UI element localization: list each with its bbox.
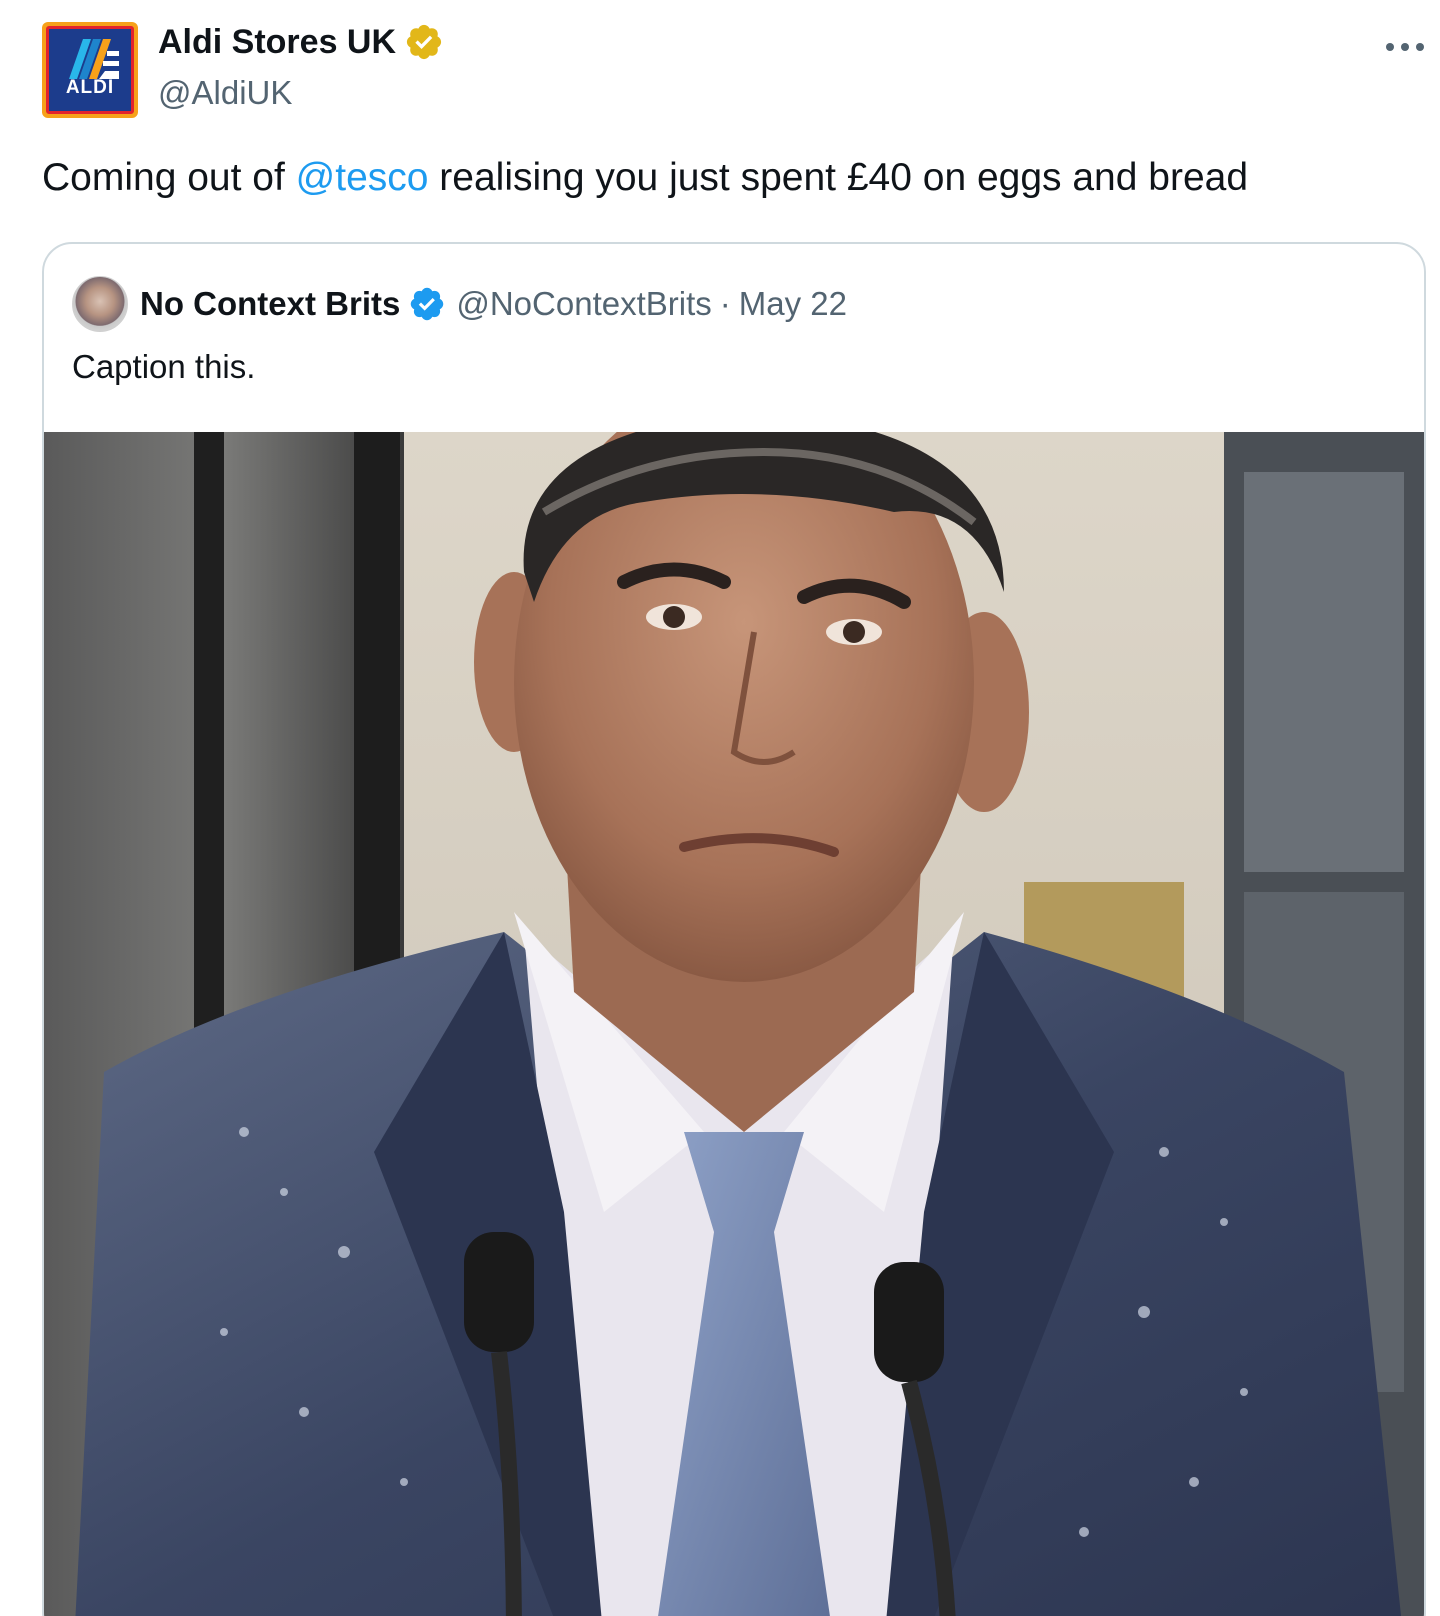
author-avatar[interactable]: ALDI — [42, 22, 138, 118]
tweet-text-after: realising you just spent £40 on eggs and… — [428, 156, 1249, 199]
quoted-separator: · — [719, 285, 731, 322]
quoted-tweet-header: No Context Brits @NoContextBrits · May 2… — [72, 276, 847, 332]
quoted-tweet-text: Caption this. — [72, 348, 256, 385]
author-name[interactable]: Aldi Stores UK — [158, 22, 444, 62]
more-options-button[interactable] — [1382, 30, 1428, 60]
aldi-stripes-icon — [69, 39, 119, 79]
aldi-logo: ALDI — [46, 26, 134, 114]
more-horizontal-icon — [1386, 43, 1394, 51]
verified-blue-icon — [411, 287, 444, 321]
more-dot — [1401, 43, 1409, 51]
aldi-wordmark: ALDI — [65, 77, 115, 98]
more-dot — [1416, 43, 1424, 51]
tweet-text-before: Coming out of — [42, 156, 296, 199]
quoted-tweet-photo[interactable] — [44, 432, 1424, 1616]
tweet-text: Coming out of @tesco realising you just … — [42, 156, 1248, 200]
quoted-author-name[interactable]: No Context Brits — [140, 285, 400, 323]
man-in-rain-photo — [44, 432, 1424, 1616]
quoted-tweet-card[interactable]: No Context Brits @NoContextBrits · May 2… — [42, 242, 1426, 1616]
mention-link[interactable]: @tesco — [296, 156, 429, 199]
tweet-page: ALDI Aldi Stores UK @AldiUK Coming out o… — [0, 0, 1440, 1616]
author-handle[interactable]: @AldiUK — [158, 74, 292, 112]
quoted-tweet-date[interactable]: May 22 — [739, 285, 847, 323]
quoted-author-avatar[interactable] — [72, 276, 128, 332]
author-display-name[interactable]: Aldi Stores UK — [158, 23, 396, 62]
quoted-author-handle[interactable]: @NoContextBrits — [456, 285, 711, 323]
verified-gold-icon — [406, 24, 442, 60]
